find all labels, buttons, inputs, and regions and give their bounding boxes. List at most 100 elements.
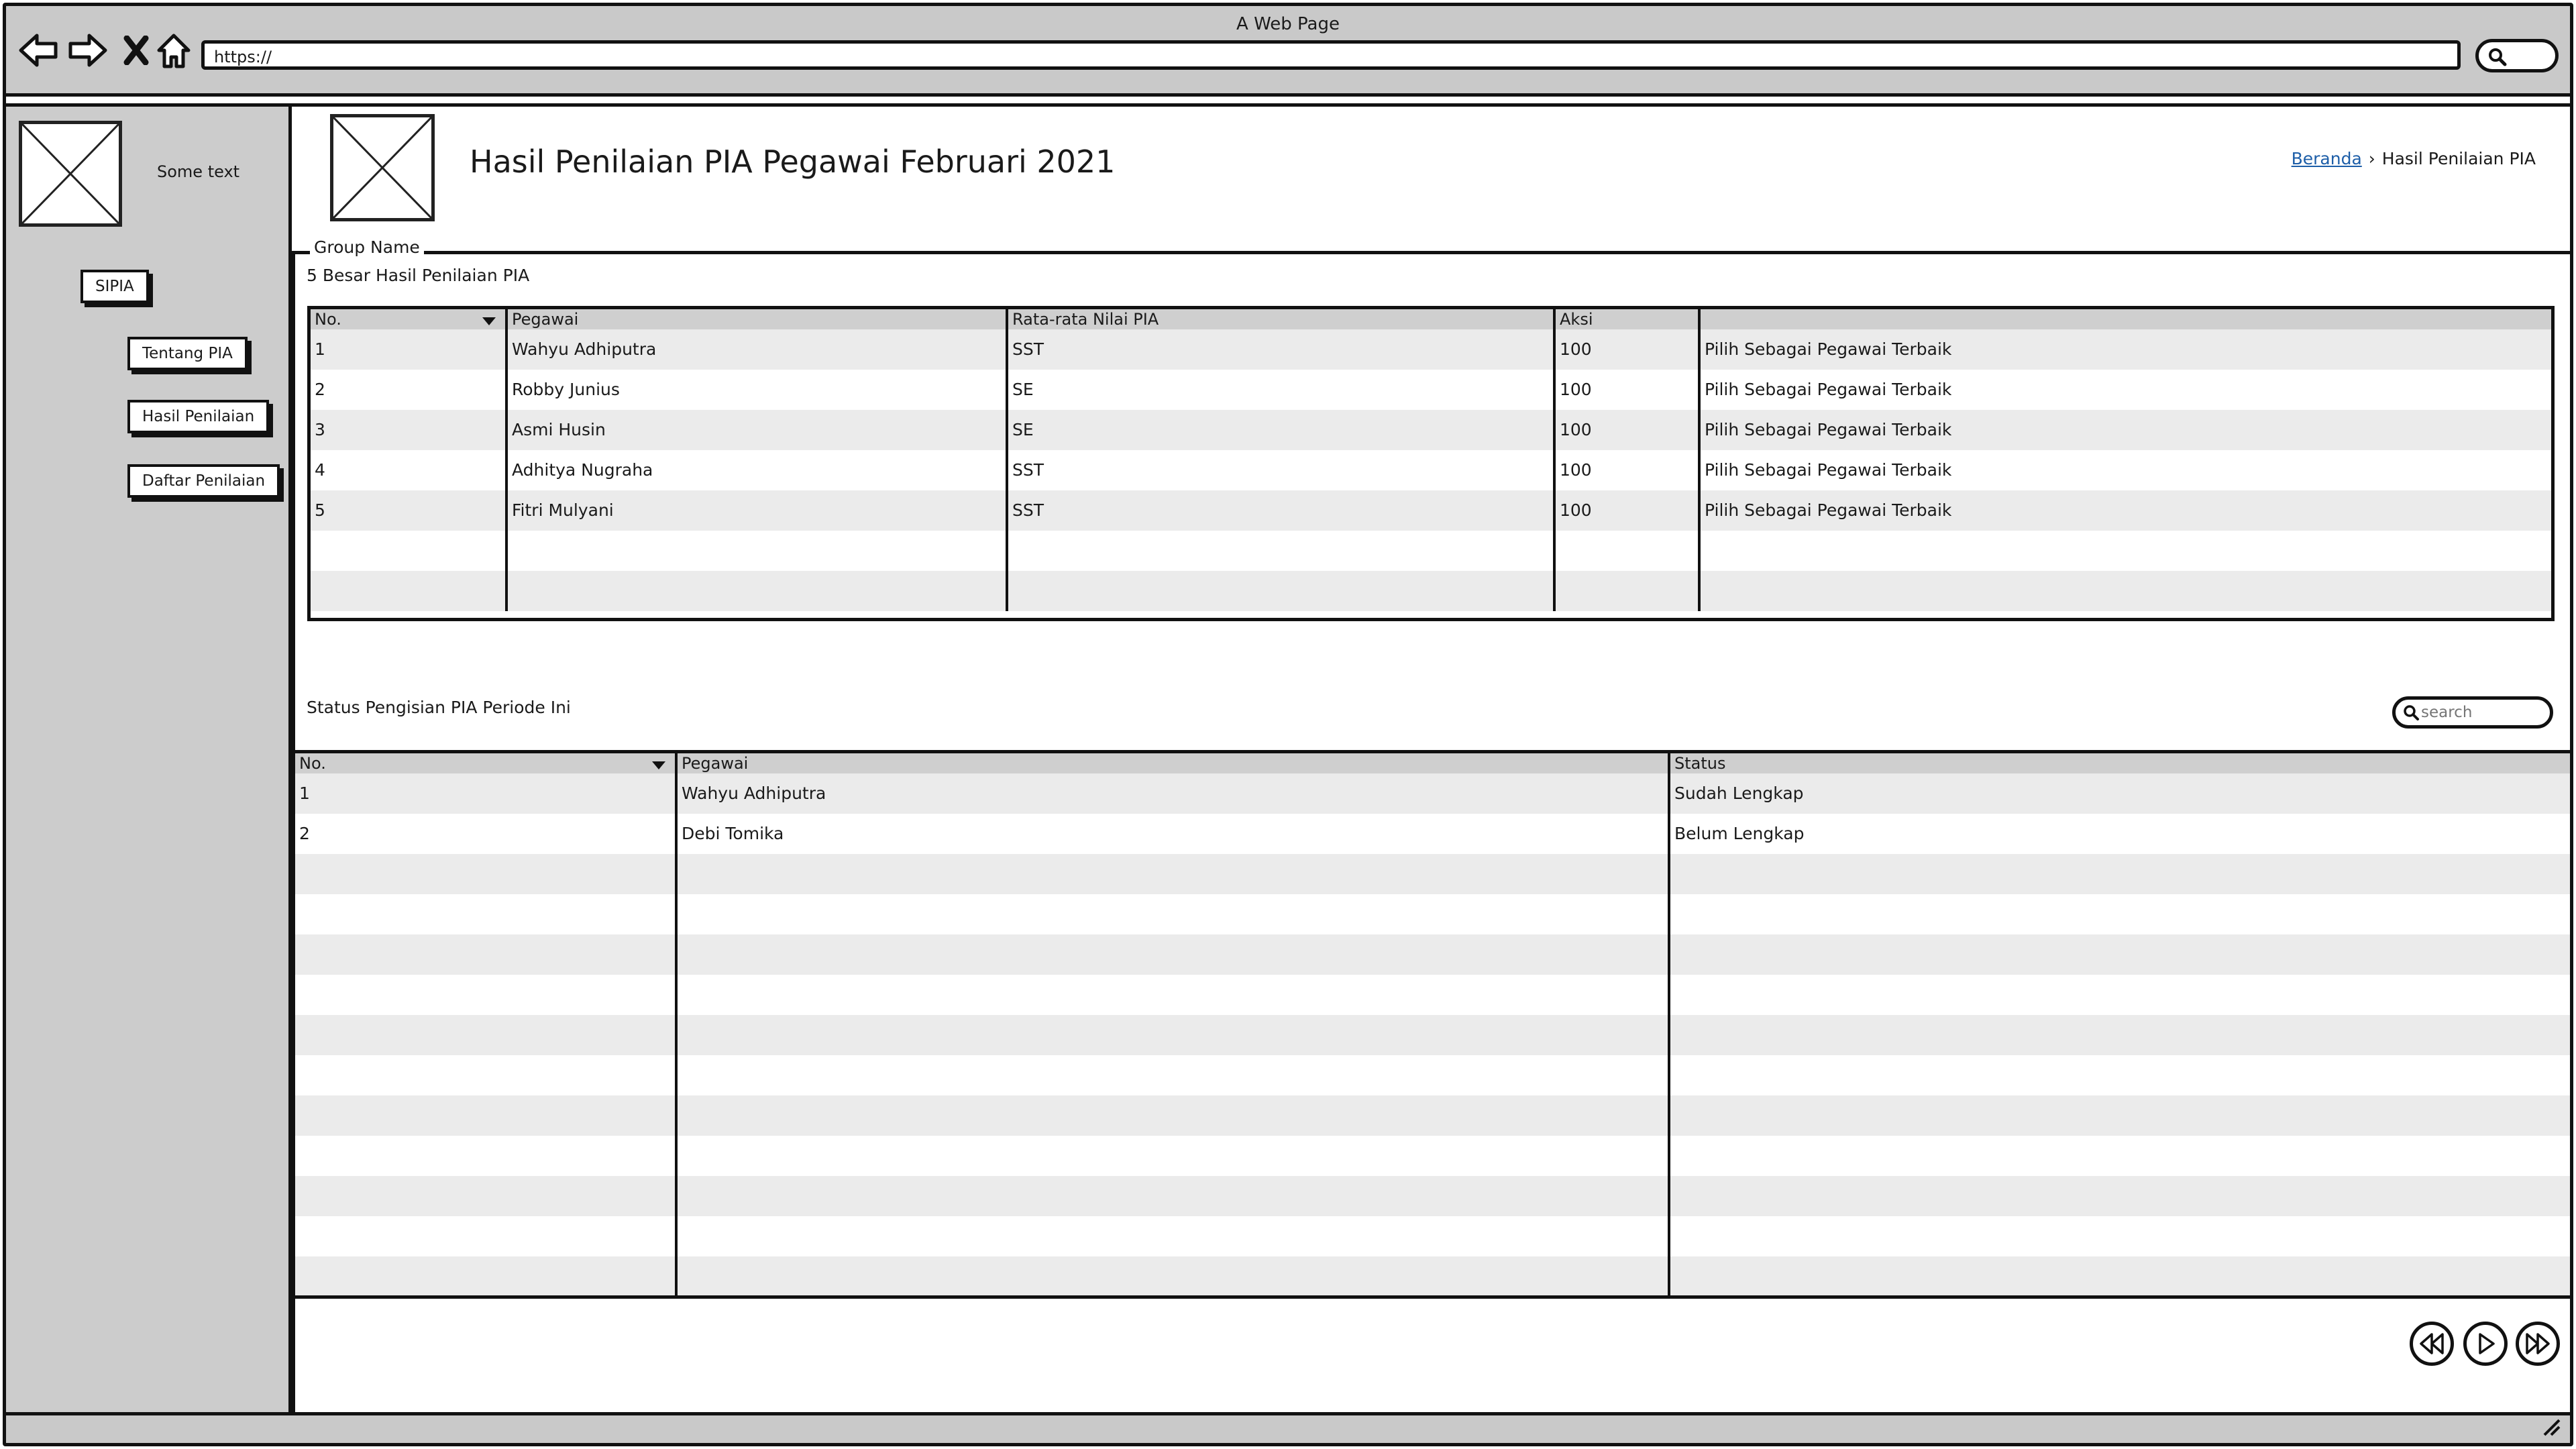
search-input[interactable] — [2420, 703, 2536, 722]
cell-status — [1668, 1176, 2570, 1216]
column-header-pegawai[interactable]: Pegawai — [675, 753, 1668, 773]
cell-status: Sudah Lengkap — [1668, 773, 2570, 814]
table-row[interactable] — [295, 1095, 2570, 1136]
cell-pegawai — [675, 1256, 1668, 1295]
table-row[interactable] — [295, 1055, 2570, 1095]
cell-action-link[interactable]: Pilih Sebagai Pegawai Terbaik — [1698, 490, 2551, 531]
cell-status — [1668, 894, 2570, 934]
cell-pegawai: Debi Tomika — [675, 814, 1668, 854]
cell-rata-rata: SST — [1006, 490, 1553, 531]
home-icon[interactable] — [150, 27, 197, 74]
cell-no — [311, 531, 505, 571]
top-ranking-table: No. Pegawai Rata-rata Nilai PIA Aksi 1 Wa… — [307, 306, 2555, 621]
cell-pegawai — [675, 975, 1668, 1015]
table-row[interactable] — [295, 854, 2570, 894]
search-icon — [2404, 705, 2419, 720]
cell-no — [295, 894, 675, 934]
cell-status — [1668, 934, 2570, 975]
cell-no — [295, 1256, 675, 1295]
table-row[interactable] — [295, 1216, 2570, 1256]
table-row[interactable] — [311, 571, 2551, 611]
cell-action-link[interactable]: Pilih Sebagai Pegawai Terbaik — [1698, 370, 2551, 410]
cell-pegawai — [505, 571, 1006, 611]
sidebar-item-tentang-pia[interactable]: Tentang PIA — [127, 337, 248, 370]
rewind-icon[interactable] — [2410, 1322, 2454, 1366]
cell-no: 3 — [315, 420, 325, 439]
table-row[interactable] — [295, 1015, 2570, 1055]
table-row[interactable] — [295, 1256, 2570, 1295]
sidebar-item-hasil-penilaian[interactable]: Hasil Penilaian — [127, 400, 270, 433]
cell-action-link[interactable]: Pilih Sebagai Pegawai Terbaik — [1698, 450, 2551, 490]
cell-status: Belum Lengkap — [1668, 814, 2570, 854]
status-table-title: Status Pengisian PIA Periode Ini — [307, 698, 571, 717]
cell-pegawai — [675, 894, 1668, 934]
forward-arrow-icon[interactable] — [64, 27, 111, 74]
group-name: Group Name — [310, 237, 424, 257]
sort-down-icon[interactable] — [652, 761, 665, 769]
cell-pegawai — [675, 1095, 1668, 1136]
cell-rata-rata: SE — [1006, 370, 1553, 410]
cell-rata-rata — [1006, 571, 1553, 611]
play-icon[interactable] — [2463, 1322, 2508, 1366]
table-row[interactable]: 1 Wahyu Adhiputra SST 100 Pilih Sebagai Pega… — [311, 329, 2551, 370]
sidebar — [6, 103, 292, 1412]
url-bar[interactable]: https:// — [201, 40, 2461, 70]
table-row[interactable] — [311, 531, 2551, 571]
sipia-button[interactable]: SIPIA — [80, 270, 149, 303]
breadcrumb-current: Hasil Penilaian PIA — [2381, 149, 2536, 168]
resize-grip-icon[interactable] — [2540, 1416, 2561, 1436]
cell-no — [295, 1015, 675, 1055]
table-row[interactable] — [295, 1176, 2570, 1216]
sort-down-icon[interactable] — [482, 317, 496, 325]
cell-no — [295, 1216, 675, 1256]
table-header: No. Pegawai Status — [295, 753, 2570, 773]
cell-rata-rata — [1006, 531, 1553, 571]
table-row[interactable] — [295, 975, 2570, 1015]
table-row[interactable] — [295, 894, 2570, 934]
cell-no — [295, 975, 675, 1015]
cell-action-link — [1698, 571, 2551, 611]
table-row[interactable]: 3 Asmi Husin SE 100 Pilih Sebagai Pegawai Te… — [311, 410, 2551, 450]
table-header: No. Pegawai Rata-rata Nilai PIA Aksi — [311, 309, 2551, 329]
cell-no: 1 — [315, 339, 325, 359]
column-header-status[interactable]: Status — [1668, 753, 2570, 773]
cell-aksi: 100 — [1553, 410, 1698, 450]
status-table: No. Pegawai Status 1 Wahyu Adhiputra Sudah… — [292, 750, 2570, 1299]
cell-pegawai: Wahyu Adhiputra — [505, 329, 1006, 370]
cell-aksi: 100 — [1553, 450, 1698, 490]
cell-action-link[interactable]: Pilih Sebagai Pegawai Terbaik — [1698, 329, 2551, 370]
table-row[interactable]: 4 Adhitya Nugraha SST 100 Pilih Sebagai Pega… — [311, 450, 2551, 490]
breadcrumb-separator: › — [2368, 149, 2375, 168]
table-search[interactable] — [2392, 696, 2553, 729]
column-header-empty — [1698, 309, 2551, 329]
cell-no: 4 — [315, 460, 325, 480]
table-row[interactable] — [295, 934, 2570, 975]
fast-forward-icon[interactable] — [2516, 1322, 2560, 1366]
column-header-rata-rata[interactable]: Rata-rata Nilai PIA — [1006, 309, 1553, 329]
table-row[interactable] — [295, 1136, 2570, 1176]
cell-pegawai — [675, 1055, 1668, 1095]
cell-no: 5 — [315, 500, 325, 520]
table-row[interactable]: 2 Debi Tomika Belum Lengkap — [295, 814, 2570, 854]
search-icon — [2489, 48, 2507, 66]
table-row[interactable]: 1 Wahyu Adhiputra Sudah Lengkap — [295, 773, 2570, 814]
cell-action-link[interactable]: Pilih Sebagai Pegawai Terbaik — [1698, 410, 2551, 450]
cell-pegawai: Asmi Husin — [505, 410, 1006, 450]
column-header-pegawai[interactable]: Pegawai — [505, 309, 1006, 329]
column-header-no[interactable]: No. — [311, 309, 505, 329]
breadcrumb: Beranda › Hasil Penilaian PIA — [2292, 149, 2536, 168]
cell-status — [1668, 1136, 2570, 1176]
column-header-no[interactable]: No. — [295, 753, 675, 773]
cell-pegawai: Wahyu Adhiputra — [675, 773, 1668, 814]
back-arrow-icon[interactable] — [15, 27, 62, 74]
table-row[interactable]: 2 Robby Junius SE 100 Pilih Sebagai Pegawai … — [311, 370, 2551, 410]
cell-pegawai — [675, 1176, 1668, 1216]
sidebar-item-daftar-penilaian[interactable]: Daftar Penilaian — [127, 464, 280, 498]
cell-aksi — [1553, 571, 1698, 611]
breadcrumb-home-link[interactable]: Beranda — [2292, 149, 2362, 168]
table-row[interactable]: 5 Fitri Mulyani SST 100 Pilih Sebagai Pegawa… — [311, 490, 2551, 531]
column-header-aksi[interactable]: Aksi — [1553, 309, 1698, 329]
cell-pegawai — [675, 1216, 1668, 1256]
browser-search-field[interactable] — [2475, 39, 2559, 72]
cell-no — [311, 571, 505, 611]
